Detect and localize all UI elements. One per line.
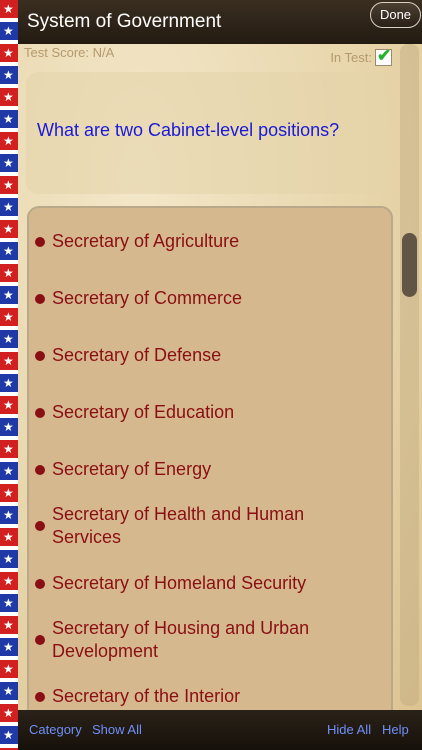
star-icon: ★: [3, 420, 14, 434]
star-icon: ★: [3, 596, 14, 610]
bullet-icon: [35, 408, 45, 418]
star-icon: ★: [3, 376, 14, 390]
hide-all-button[interactable]: Hide All: [327, 722, 371, 737]
star-icon: ★: [3, 156, 14, 170]
star-icon: ★: [3, 288, 14, 302]
star-icon: ★: [3, 684, 14, 698]
answer-item: Secretary of Energy: [52, 459, 212, 479]
star-icon: ★: [3, 552, 14, 566]
in-test-checkbox[interactable]: ✔: [375, 46, 392, 66]
answer-item: Secretary of Commerce: [52, 288, 243, 308]
help-button[interactable]: Help: [382, 722, 409, 737]
star-icon: ★: [3, 442, 14, 456]
bottom-toolbar: Category Show All Hide All Help: [18, 710, 422, 750]
question-card: What are two Cabinet-level positions?: [26, 72, 390, 194]
star-icon: ★: [3, 2, 14, 16]
star-icon: ★: [3, 68, 14, 82]
bullet-icon: [35, 294, 45, 304]
scroll-track[interactable]: [400, 44, 419, 706]
bullet-icon: [35, 521, 45, 531]
answer-item: Secretary of the Interior: [52, 686, 241, 706]
star-icon: ★: [3, 178, 14, 192]
star-icon: ★: [3, 222, 14, 236]
show-all-button[interactable]: Show All: [92, 722, 142, 737]
star-icon: ★: [3, 530, 14, 544]
star-icon: ★: [3, 728, 14, 742]
star-icon: ★: [3, 112, 14, 126]
bullet-icon: [35, 351, 45, 361]
title-bar: System of Government Done: [18, 0, 422, 44]
star-icon: ★: [3, 90, 14, 104]
answer-item: Secretary of Agriculture: [52, 231, 240, 251]
in-test-label: In Test:: [330, 50, 372, 65]
answer-item: Secretary of Housing and Urban Developme…: [52, 618, 310, 661]
star-icon: ★: [3, 332, 14, 346]
star-icon: ★: [3, 618, 14, 632]
patriotic-border: ★ ★ ★ ★ ★ ★ ★ ★ ★ ★ ★ ★ ★ ★ ★ ★ ★ ★ ★ ★ …: [0, 0, 18, 750]
answer-item: Secretary of Defense: [52, 345, 222, 365]
star-icon: ★: [3, 46, 14, 60]
star-icon: ★: [3, 266, 14, 280]
test-score: Test Score: N/A: [24, 45, 115, 60]
study-card-area: Test Score: N/A In Test: ✔ What are two …: [18, 44, 422, 730]
star-icon: ★: [3, 134, 14, 148]
scroll-thumb[interactable]: [402, 233, 417, 297]
answer-item: Secretary of Education: [52, 402, 235, 422]
done-button[interactable]: Done: [370, 2, 421, 28]
star-icon: ★: [3, 200, 14, 214]
bullet-icon: [35, 465, 45, 475]
answer-item: Secretary of Health and Human Services: [52, 504, 305, 547]
star-icon: ★: [3, 574, 14, 588]
star-icon: ★: [3, 486, 14, 500]
in-test-toggle[interactable]: In Test: ✔: [330, 46, 392, 66]
page-title: System of Government: [27, 11, 222, 32]
star-icon: ★: [3, 464, 14, 478]
star-icon: ★: [3, 310, 14, 324]
star-icon: ★: [3, 508, 14, 522]
answer-item: Secretary of Homeland Security: [52, 573, 307, 593]
answer-card: Secretary of Agriculture Secretary of Co…: [27, 206, 393, 730]
star-icon: ★: [3, 24, 14, 38]
bullet-icon: [35, 237, 45, 247]
star-icon: ★: [3, 398, 14, 412]
bullet-icon: [35, 635, 45, 645]
bullet-icon: [35, 692, 45, 702]
question-text: What are two Cabinet-level positions?: [37, 120, 340, 140]
category-button[interactable]: Category: [29, 722, 82, 737]
checkmark-icon: ✔: [377, 46, 392, 65]
star-icon: ★: [3, 662, 14, 676]
bullet-icon: [35, 579, 45, 589]
star-icon: ★: [3, 706, 14, 720]
star-icon: ★: [3, 244, 14, 258]
star-icon: ★: [3, 640, 14, 654]
star-icon: ★: [3, 354, 14, 368]
